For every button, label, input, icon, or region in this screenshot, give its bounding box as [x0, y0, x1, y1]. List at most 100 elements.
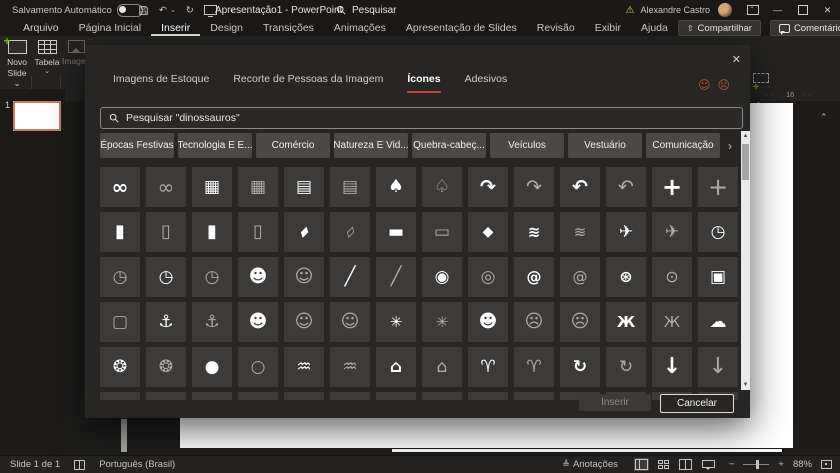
dialog-tab-imagens-de-estoque[interactable]: Imagens de Estoque: [113, 73, 209, 93]
table-button[interactable]: Tabela ⌄: [33, 40, 61, 76]
icon-arrow-curve-right-filled[interactable]: ↷: [468, 167, 508, 207]
icon-alarm-clock-filled[interactable]: ◷: [698, 212, 738, 252]
user-name[interactable]: Alexandre Castro: [640, 5, 710, 15]
zoom-slider[interactable]: [743, 464, 769, 465]
icon-angel-face-filled[interactable]: ☻: [238, 302, 278, 342]
icon-tile-clipped[interactable]: [514, 392, 554, 400]
icon-yarn-filled[interactable]: ◉: [422, 257, 462, 297]
icon-abacus-2-outline[interactable]: ▤: [330, 167, 370, 207]
slide-thumbnail[interactable]: [13, 101, 61, 131]
avatar[interactable]: [718, 3, 732, 17]
notes-button[interactable]: Anotações: [573, 459, 618, 470]
dialog-tab-icones[interactable]: Ícones: [407, 73, 440, 93]
icon-alarm-ringing-filled[interactable]: ◷: [146, 257, 186, 297]
menu-tab-inserir[interactable]: Inserir: [151, 20, 200, 36]
redo-icon[interactable]: ↻: [186, 5, 194, 16]
icon-plus-outline[interactable]: +: [698, 167, 738, 207]
icon-button-outline[interactable]: ⊙: [652, 257, 692, 297]
icon-alien-outline[interactable]: ☺: [284, 257, 324, 297]
icon-angel-face-2-outline[interactable]: ☺: [330, 302, 370, 342]
icon-angry-face-2-outline[interactable]: ☹: [560, 302, 600, 342]
icon-airplane-outline[interactable]: ✈: [652, 212, 692, 252]
icon-africa-filled[interactable]: ◆: [468, 212, 508, 252]
save-icon[interactable]: [138, 5, 149, 16]
icon-address-book-2-filled[interactable]: ▮: [192, 212, 232, 252]
icon-bandage-filled[interactable]: ▰: [284, 212, 324, 252]
dialog-tab-recorte-de-pessoas-da-imagem[interactable]: Recorte de Pessoas da Imagem: [233, 73, 383, 93]
menu-tab-exibir[interactable]: Exibir: [585, 20, 631, 36]
icon-blueprint-house-filled[interactable]: ⌂: [376, 347, 416, 387]
icon-tile-clipped[interactable]: [330, 392, 370, 400]
fit-to-window-icon[interactable]: [821, 460, 832, 469]
icon-bandage-outline[interactable]: ▱: [330, 212, 370, 252]
dialog-tab-adesivos[interactable]: Adesivos: [465, 73, 508, 93]
icon-farm-field-filled[interactable]: ≋: [514, 212, 554, 252]
icon-aquarius-filled[interactable]: ♒: [284, 347, 324, 387]
maximize-button[interactable]: [790, 0, 815, 20]
minimize-button[interactable]: —: [765, 0, 790, 20]
cancel-button[interactable]: Cancelar: [660, 394, 734, 413]
icon-abacus-outline[interactable]: ▦: [238, 167, 278, 207]
dialog-search-input[interactable]: Pesquisar "dinossauros": [100, 107, 743, 129]
icon-ant-outline[interactable]: Ж: [652, 302, 692, 342]
icon-aries-outline[interactable]: ♈: [514, 347, 554, 387]
zoom-out-button[interactable]: −: [729, 459, 735, 470]
icon-tile-clipped[interactable]: [376, 392, 416, 400]
icon-farm-field-outline[interactable]: ≋: [560, 212, 600, 252]
icon-3d-glasses-filled[interactable]: ∞: [100, 167, 140, 207]
zoom-level[interactable]: 88%: [793, 459, 812, 470]
collapse-ribbon-icon[interactable]: ⌃: [820, 112, 828, 123]
menu-tab-transicoes[interactable]: Transições: [253, 20, 324, 36]
icon-tile-clipped[interactable]: [468, 392, 508, 400]
category-pill-vestuario[interactable]: Vestuário: [568, 133, 642, 158]
icon-plus-filled[interactable]: +: [652, 167, 692, 207]
icon-tape-measure-outline[interactable]: @: [560, 257, 600, 297]
icon-tape-measure-filled[interactable]: @: [514, 257, 554, 297]
scroll-down-icon[interactable]: ▼: [741, 380, 750, 390]
icon-anger-symbol-outline[interactable]: ✳: [422, 302, 462, 342]
categories-scroll-right-icon[interactable]: ›: [724, 133, 736, 158]
icon-ambulance-filled[interactable]: ▣: [698, 257, 738, 297]
icon-aries-filled[interactable]: ♈: [468, 347, 508, 387]
icon-angry-face-filled[interactable]: ☻: [468, 302, 508, 342]
icon-needle-thread-outline[interactable]: ╱: [376, 257, 416, 297]
icon-apple-outline[interactable]: ○: [238, 347, 278, 387]
feedback-frown-icon[interactable]: ☹: [717, 78, 730, 92]
icon-arrow-curve-left-filled[interactable]: ↶: [560, 167, 600, 207]
category-pill-comercio[interactable]: Comércio: [256, 133, 330, 158]
menu-tab-revisao[interactable]: Revisão: [527, 20, 585, 36]
icon-blueprint-house-outline[interactable]: ⌂: [422, 347, 462, 387]
icon-apple-filled[interactable]: ●: [192, 347, 232, 387]
close-button[interactable]: ✕: [815, 0, 840, 20]
icon-arrow-curve-left-outline[interactable]: ↶: [606, 167, 646, 207]
proofing-icon[interactable]: [74, 460, 85, 470]
reading-view-button[interactable]: [679, 459, 692, 470]
menu-tab-arquivo[interactable]: Arquivo: [13, 20, 69, 36]
ribbon-display-options-button[interactable]: [740, 0, 765, 20]
category-pill-epocas-festivas[interactable]: Épocas Festivas: [100, 133, 174, 158]
icon-anchor-outline[interactable]: ⚓: [192, 302, 232, 342]
icon-address-book-outline[interactable]: ▯: [146, 212, 186, 252]
icon-arrow-curve-right-outline[interactable]: ↷: [514, 167, 554, 207]
icon-aperture-outline[interactable]: ❂: [146, 347, 186, 387]
icon-alarm-ringing-outline[interactable]: ◷: [192, 257, 232, 297]
icon-tile-clipped[interactable]: [192, 392, 232, 400]
icon-arrow-down-filled[interactable]: ↓: [652, 347, 692, 387]
share-button[interactable]: ⇧ Compartilhar: [678, 20, 761, 36]
icon-angry-face-outline[interactable]: ☹: [514, 302, 554, 342]
category-pill-veiculos[interactable]: Veículos: [490, 133, 564, 158]
insert-button[interactable]: Inserir: [579, 394, 651, 411]
icon-yarn-outline[interactable]: ◎: [468, 257, 508, 297]
slideshow-button[interactable]: [701, 459, 714, 470]
icon-aperture-filled[interactable]: ❂: [100, 347, 140, 387]
icon-aquarius-outline[interactable]: ♒: [330, 347, 370, 387]
undo-dropdown-icon[interactable]: ⌄: [170, 6, 176, 14]
zoom-in-button[interactable]: +: [778, 459, 784, 470]
warning-icon[interactable]: ⚠: [625, 5, 634, 16]
icon-anger-symbol-filled[interactable]: ✳: [376, 302, 416, 342]
icon-anchor-filled[interactable]: ⚓: [146, 302, 186, 342]
menu-tab-pagina-inicial[interactable]: Página Inicial: [69, 20, 151, 36]
feedback-smile-icon[interactable]: ☺: [698, 78, 711, 92]
menu-tab-design[interactable]: Design: [200, 20, 253, 36]
category-pill-natureza-e-vid[interactable]: Natureza E Vid...: [334, 133, 408, 158]
